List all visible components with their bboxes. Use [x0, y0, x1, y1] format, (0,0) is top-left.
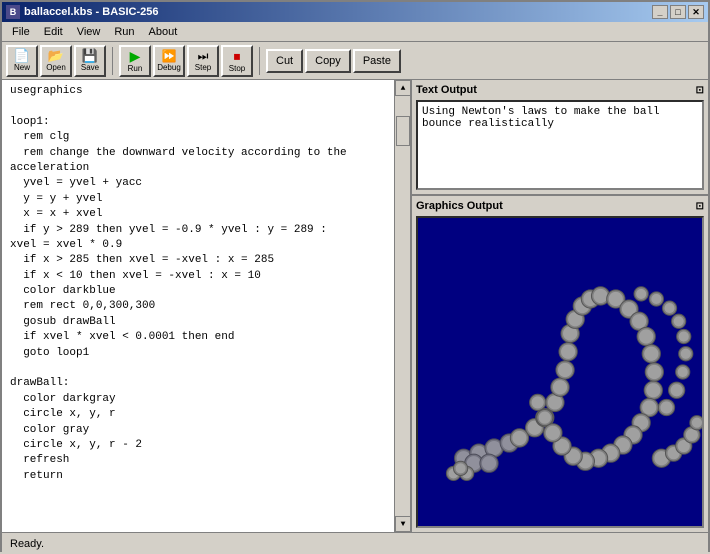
text-output-box[interactable]: Using Newton's laws to make the ball bou…: [416, 100, 704, 190]
run-button[interactable]: ▶ Run: [119, 45, 151, 77]
menu-edit[interactable]: Edit: [38, 24, 69, 40]
graphics-svg: [418, 218, 702, 526]
menu-file[interactable]: File: [6, 24, 36, 40]
save-label: Save: [81, 63, 99, 72]
graphics-output-restore-button[interactable]: ⊡: [696, 201, 704, 212]
status-bar: Ready.: [2, 532, 708, 554]
graphics-output-title: Graphics Output: [416, 200, 503, 212]
new-label: New: [14, 63, 30, 72]
title-bar: B ballaccel.kbs - BASIC-256 _ □ ✕: [2, 2, 708, 22]
step-label: Step: [195, 63, 211, 72]
graphics-output-box: [416, 216, 704, 528]
minimize-button[interactable]: _: [652, 5, 668, 19]
menu-bar: File Edit View Run About: [2, 22, 708, 42]
run-label: Run: [128, 64, 143, 73]
menu-run[interactable]: Run: [108, 24, 140, 40]
new-button[interactable]: 📄 New: [6, 45, 38, 77]
step-icon: ⏭: [198, 50, 209, 62]
debug-icon: ⏩: [162, 50, 177, 62]
status-text: Ready.: [10, 538, 44, 550]
graphics-output-header: Graphics Output ⊡: [416, 200, 704, 212]
text-output-header: Text Output ⊡: [416, 84, 704, 96]
stop-button[interactable]: ⏹ Stop: [221, 45, 253, 77]
save-icon: 💾: [82, 49, 98, 62]
main-content: usegraphics loop1: rem clg rem change th…: [2, 80, 708, 532]
open-icon: 📂: [48, 49, 64, 62]
copy-button[interactable]: Copy: [305, 49, 351, 73]
text-output-restore-button[interactable]: ⊡: [696, 85, 704, 96]
scroll-track[interactable]: [395, 96, 410, 532]
cut-button[interactable]: Cut: [266, 49, 303, 73]
menu-about[interactable]: About: [143, 24, 184, 40]
step-button[interactable]: ⏭ Step: [187, 45, 219, 77]
vertical-scrollbar[interactable]: ▲ ▼: [394, 80, 410, 532]
debug-button[interactable]: ⏩ Debug: [153, 45, 185, 77]
stop-icon: ⏹: [234, 49, 241, 63]
toolbar: 📄 New 📂 Open 💾 Save ▶ Run ⏩ Debug ⏭ Step…: [2, 42, 708, 80]
close-button[interactable]: ✕: [688, 5, 704, 19]
title-buttons: _ □ ✕: [652, 5, 704, 19]
app-icon: B: [6, 5, 20, 19]
menu-view[interactable]: View: [71, 24, 107, 40]
save-button[interactable]: 💾 Save: [74, 45, 106, 77]
right-panel: Text Output ⊡ Using Newton's laws to mak…: [412, 80, 708, 532]
text-output-section: Text Output ⊡ Using Newton's laws to mak…: [412, 80, 708, 196]
code-editor[interactable]: usegraphics loop1: rem clg rem change th…: [2, 80, 410, 488]
graphics-output-section: Graphics Output ⊡: [412, 196, 708, 532]
window-title: ballaccel.kbs - BASIC-256: [24, 6, 159, 18]
toolbar-separator-2: [259, 47, 260, 75]
title-bar-text: B ballaccel.kbs - BASIC-256: [6, 5, 159, 19]
code-pane: usegraphics loop1: rem clg rem change th…: [2, 80, 412, 532]
text-output-content: Using Newton's laws to make the ball bou…: [422, 106, 660, 130]
run-icon: ▶: [130, 49, 141, 63]
stop-label: Stop: [229, 64, 245, 73]
code-scroll-area[interactable]: usegraphics loop1: rem clg rem change th…: [2, 80, 410, 532]
scroll-down-button[interactable]: ▼: [395, 516, 410, 532]
paste-button[interactable]: Paste: [353, 49, 401, 73]
toolbar-separator-1: [112, 47, 113, 75]
maximize-button[interactable]: □: [670, 5, 686, 19]
open-label: Open: [46, 63, 66, 72]
text-output-title: Text Output: [416, 84, 477, 96]
debug-label: Debug: [157, 63, 181, 72]
scroll-up-button[interactable]: ▲: [395, 80, 410, 96]
open-button[interactable]: 📂 Open: [40, 45, 72, 77]
scroll-thumb[interactable]: [396, 116, 410, 146]
new-icon: 📄: [14, 49, 30, 62]
